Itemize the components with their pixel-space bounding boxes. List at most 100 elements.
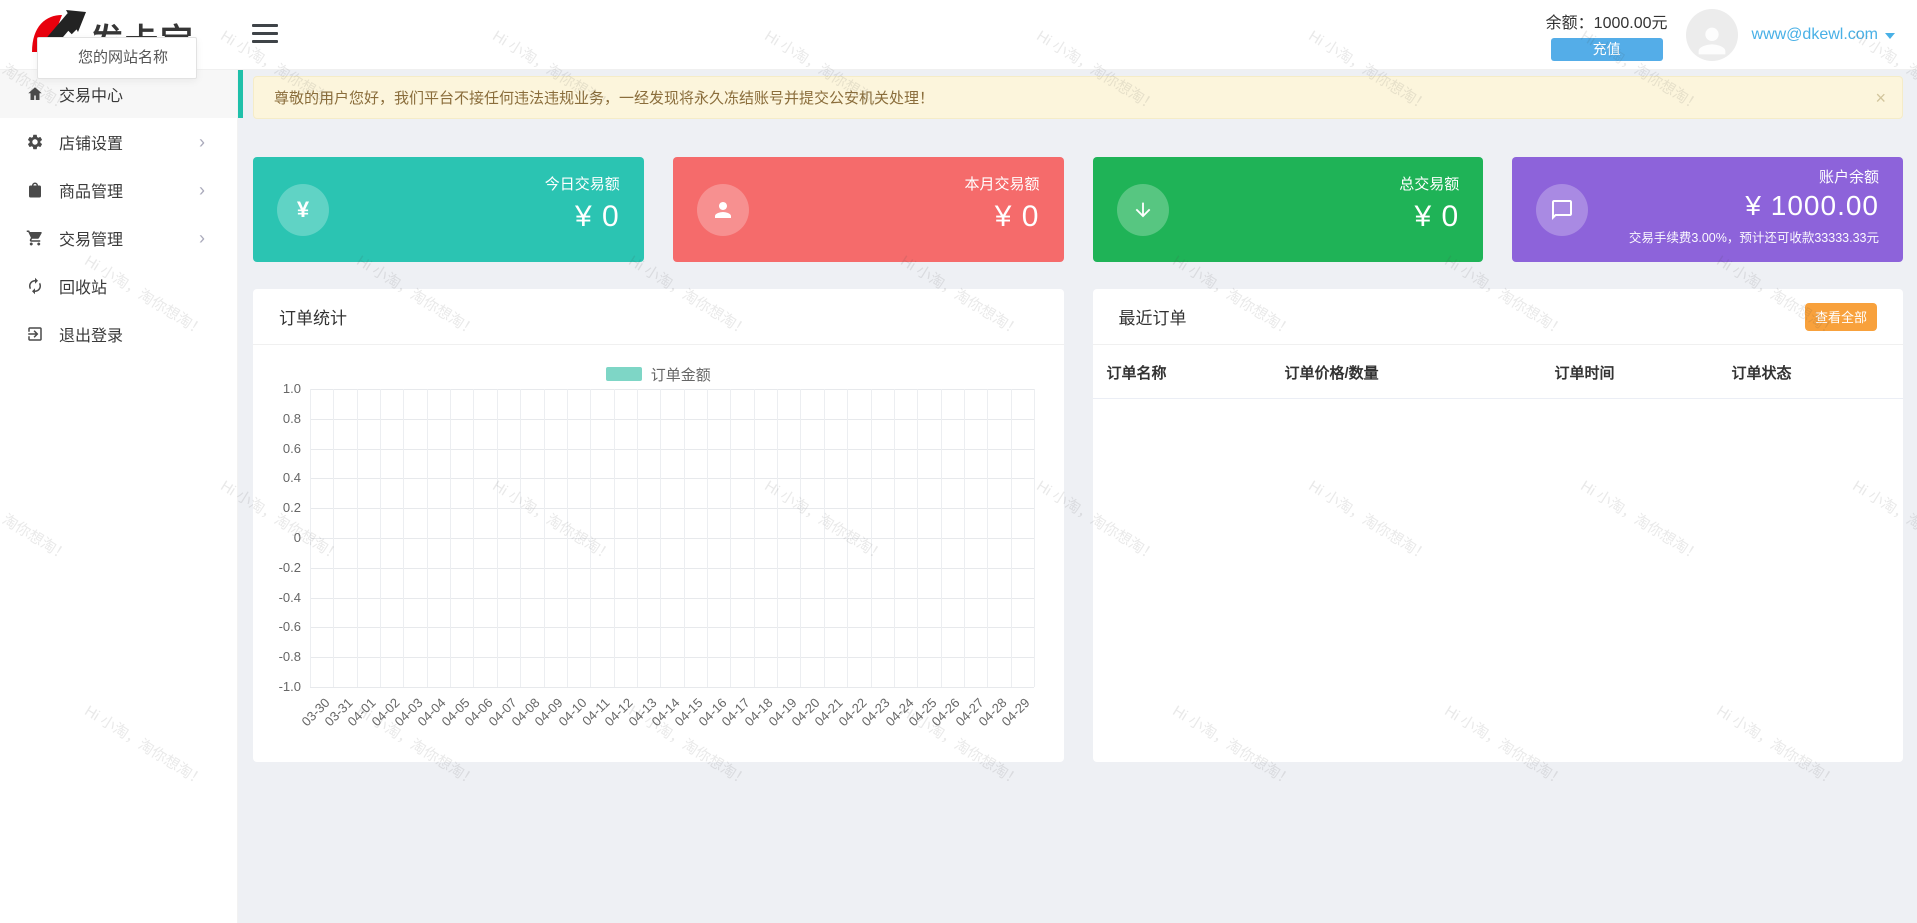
stat-card-today: ¥ 今日交易额 ¥ 0	[253, 157, 644, 262]
bag-icon	[26, 181, 44, 199]
y-tick-label: -0.8	[279, 649, 301, 664]
gridline-v	[824, 389, 825, 687]
gear-icon	[26, 133, 44, 151]
balance-block: 余额：1000.00元 充值	[1546, 9, 1668, 61]
chevron-right-icon: ›	[199, 229, 205, 247]
gridline-v	[917, 389, 918, 687]
gridline-v	[754, 389, 755, 687]
main-content: 尊敬的用户您好，我们平台不接任何违法违规业务，一经发现将永久冻结账号并提交公安机…	[253, 70, 1903, 762]
notice-banner: 尊敬的用户您好，我们平台不接任何违法违规业务，一经发现将永久冻结账号并提交公安机…	[253, 76, 1903, 119]
fee-note: 交易手续费3.00%，预计还可收款33333.33元	[1629, 227, 1879, 246]
stat-value: ¥ 1000.00	[1629, 190, 1879, 222]
gridline-v	[847, 389, 848, 687]
user-avatar[interactable]	[1686, 9, 1738, 61]
balance-value: 1000.00元	[1594, 15, 1668, 32]
stat-card-total: 总交易额 ¥ 0	[1093, 157, 1484, 262]
gridline-v	[1011, 389, 1012, 687]
view-all-button[interactable]: 查看全部	[1805, 303, 1877, 331]
order-stats-panel: 订单统计 订单金额 1.00.80.60.40.20-0.2-0.4-0.6-0…	[253, 289, 1064, 762]
legend-label: 订单金额	[651, 364, 711, 385]
logout-icon	[26, 325, 44, 343]
y-tick-label: 0.2	[283, 500, 301, 515]
gridline-v	[800, 389, 801, 687]
sidebar-item-recycle-bin[interactable]: 回收站	[0, 262, 237, 310]
col-order-time: 订单时间	[1541, 345, 1718, 399]
sidebar: 交易中心 店铺设置 › 商品管理 › 交易管理 › 回收站 退出登录	[0, 70, 238, 923]
gridline-h	[310, 419, 1034, 420]
arrow-down-icon	[1117, 184, 1169, 236]
gridline-v	[964, 389, 965, 687]
account-email: www@dkewl.com	[1752, 26, 1878, 44]
close-icon[interactable]: ×	[1875, 89, 1886, 107]
gridline-v	[403, 389, 404, 687]
chevron-right-icon: ›	[199, 133, 205, 151]
gridline-h	[310, 478, 1034, 479]
col-order-status: 订单状态	[1718, 345, 1904, 399]
stat-value: ¥ 0	[964, 200, 1039, 234]
stat-card-balance: 账户余额 ¥ 1000.00 交易手续费3.00%，预计还可收款33333.33…	[1512, 157, 1903, 262]
y-tick-label: 0.4	[283, 470, 301, 485]
notice-text: 尊敬的用户您好，我们平台不接任何违法违规业务，一经发现将永久冻结账号并提交公安机…	[274, 87, 934, 108]
stat-label: 本月交易额	[964, 173, 1039, 194]
panel-title: 最近订单	[1119, 304, 1187, 329]
recharge-button[interactable]: 充值	[1551, 38, 1663, 61]
y-tick-label: -1.0	[279, 679, 301, 694]
gridline-h	[310, 687, 1034, 688]
gridline-h	[310, 627, 1034, 628]
top-header: 发卡宝 o.top 余额：1000.00元 充值 www@dkewl.com	[0, 0, 1917, 70]
gridline-v	[614, 389, 615, 687]
chart-legend[interactable]: 订单金额	[253, 359, 1064, 389]
gridline-v	[777, 389, 778, 687]
site-name-tooltip: 您的网站名称	[37, 37, 197, 79]
stat-value: ¥ 0	[545, 200, 620, 234]
gridline-v	[450, 389, 451, 687]
gridline-v	[357, 389, 358, 687]
gridline-v	[333, 389, 334, 687]
gridline-v	[310, 389, 311, 687]
sidebar-item-trade-manage[interactable]: 交易管理 ›	[0, 214, 237, 262]
sidebar-item-logout[interactable]: 退出登录	[0, 310, 237, 358]
y-tick-label: 0	[294, 530, 301, 545]
recycle-icon	[26, 277, 44, 295]
gridline-v	[427, 389, 428, 687]
panels-row: 订单统计 订单金额 1.00.80.60.40.20-0.2-0.4-0.6-0…	[253, 289, 1903, 762]
active-menu-indicator	[238, 70, 243, 118]
gridline-v	[473, 389, 474, 687]
col-order-price-qty: 订单价格/数量	[1271, 345, 1541, 399]
gridline-v	[707, 389, 708, 687]
person-icon	[1692, 21, 1732, 61]
chart-plot: 1.00.80.60.40.20-0.2-0.4-0.6-0.8-1.003-3…	[310, 389, 1034, 687]
stats-row: ¥ 今日交易额 ¥ 0 本月交易额 ¥ 0 总交易额 ¥ 0	[253, 157, 1903, 262]
y-tick-label: 0.6	[283, 441, 301, 456]
gridline-v	[730, 389, 731, 687]
chat-icon	[1536, 184, 1588, 236]
gridline-v	[637, 389, 638, 687]
gridline-h	[310, 598, 1034, 599]
sidebar-item-product-manage[interactable]: 商品管理 ›	[0, 166, 237, 214]
stat-label: 今日交易额	[545, 173, 620, 194]
gridline-h	[310, 449, 1034, 450]
cart-icon	[26, 229, 44, 247]
gridline-v	[567, 389, 568, 687]
gridline-h	[310, 389, 1034, 390]
sidebar-toggle-icon[interactable]	[252, 24, 280, 46]
gridline-h	[310, 657, 1034, 658]
gridline-v	[987, 389, 988, 687]
gridline-v	[871, 389, 872, 687]
y-tick-label: -0.6	[279, 619, 301, 634]
gridline-v	[660, 389, 661, 687]
gridline-v	[520, 389, 521, 687]
panel-title: 订单统计	[279, 304, 347, 329]
y-tick-label: -0.2	[279, 560, 301, 575]
gridline-v	[497, 389, 498, 687]
yen-icon: ¥	[277, 184, 329, 236]
gridline-v	[1034, 389, 1035, 687]
gridline-h	[310, 538, 1034, 539]
sidebar-item-shop-settings[interactable]: 店铺设置 ›	[0, 118, 237, 166]
stat-value: ¥ 0	[1399, 200, 1459, 234]
y-tick-label: 1.0	[283, 381, 301, 396]
person-icon	[697, 184, 749, 236]
gridline-v	[380, 389, 381, 687]
account-menu[interactable]: www@dkewl.com	[1752, 26, 1895, 44]
stat-label: 账户余额	[1629, 166, 1879, 187]
